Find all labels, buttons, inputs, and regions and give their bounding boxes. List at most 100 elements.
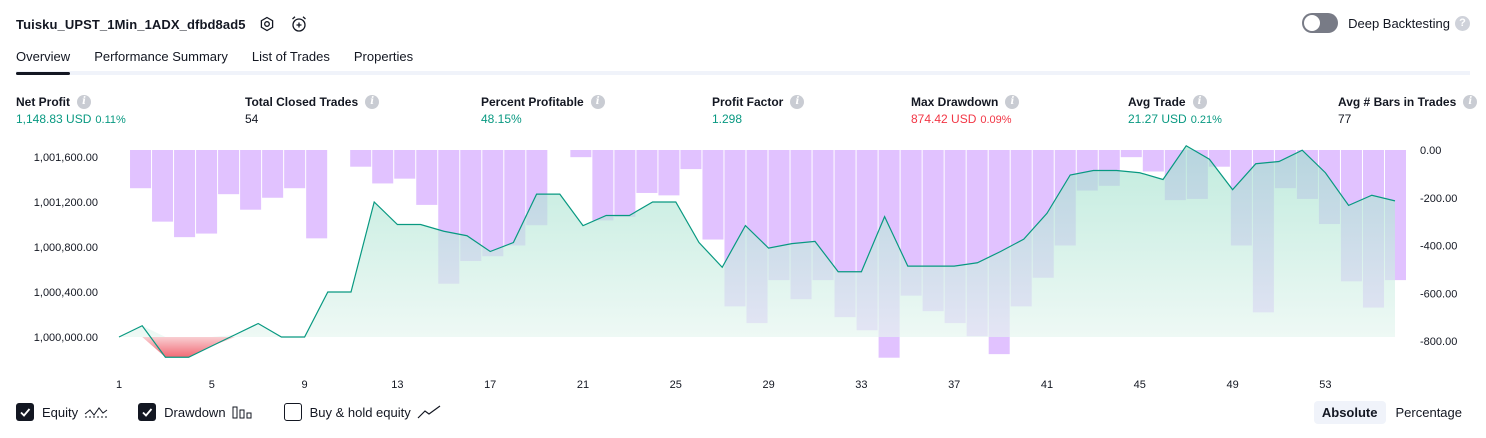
x-tick: 53 (1319, 379, 1331, 391)
metric-avg-bars-in-trades: Avg # Bars in Trades i 77 (1338, 93, 1478, 126)
metric-value: 54 (245, 112, 259, 126)
metric-value: 48.15% (481, 112, 522, 126)
checkbox-checked[interactable] (138, 403, 157, 421)
drawdown-bar (1120, 150, 1142, 158)
metrics-row: Net Profit i 1,148.83 USD 0.11% Total Clos… (16, 93, 1478, 133)
settings-icon[interactable] (256, 13, 278, 35)
x-tick: 33 (855, 379, 867, 391)
metric-pct: 0.11% (95, 114, 126, 126)
value-mode-switch: Absolute Percentage (1312, 401, 1470, 424)
metric-avg-trade: Avg Trade i 21.27 USD 0.21% (1128, 93, 1222, 126)
drawdown-bar (350, 150, 372, 167)
alarm-add-icon[interactable] (288, 13, 310, 35)
x-tick: 5 (209, 379, 215, 391)
drawdown-bar (152, 150, 174, 222)
metric-pct: 0.09% (980, 114, 1012, 126)
x-tick: 37 (948, 379, 960, 391)
deep-backtesting: Deep Backtesting ? (1302, 13, 1470, 33)
drawdown-bar (130, 150, 152, 189)
metric-label: Profit Factor (712, 94, 784, 109)
x-tick: 45 (1134, 379, 1146, 391)
drawdown-bar (482, 150, 504, 257)
metric-value: 77 (1338, 112, 1352, 126)
drawdown-bar (218, 150, 240, 195)
metric-net-profit: Net Profit i 1,148.83 USD 0.11% (16, 93, 126, 126)
strategy-name: Tuisku_UPST_1Min_1ADX_dfbd8ad5 (16, 16, 246, 32)
equity-area-negative (119, 337, 1395, 358)
equity-chart[interactable]: 1,001,600.00 1,001,200.00 1,000,800.00 1,00… (0, 140, 1486, 395)
chart-legend: Equity Drawdown Buy & hold equity (16, 403, 471, 421)
metric-pct: 0.21% (1190, 114, 1222, 126)
legend-buy-hold[interactable]: Buy & hold equity (283, 403, 441, 421)
mode-absolute[interactable]: Absolute (1313, 401, 1386, 424)
metric-value: 21.27 USD (1128, 112, 1187, 126)
checkbox-checked[interactable] (16, 403, 34, 421)
legend-drawdown[interactable]: Drawdown (138, 403, 253, 421)
tab-overview[interactable]: Overview (16, 46, 71, 75)
drawdown-bar (702, 150, 724, 240)
info-icon[interactable]: i (1005, 94, 1020, 109)
drawdown-bar (570, 150, 592, 158)
x-tick: 17 (484, 379, 496, 391)
y-left-tick: 1,001,200.00 (34, 197, 98, 209)
metric-value: 1,148.83 USD (16, 112, 92, 126)
buy-hold-line-icon (417, 404, 441, 420)
drawdown-bar (262, 150, 284, 198)
info-icon[interactable]: i (77, 94, 91, 109)
info-icon[interactable]: i (590, 94, 605, 109)
x-tick: 21 (577, 379, 589, 391)
tab-list-of-trades[interactable]: List of Trades (252, 46, 330, 71)
info-icon[interactable]: i (790, 94, 805, 109)
drawdown-bar (680, 150, 702, 170)
metric-profit-factor: Profit Factor i 1.298 (712, 93, 805, 126)
legend-equity-label: Equity (42, 404, 79, 420)
y-left-tick: 1,000,000.00 (34, 332, 98, 344)
y-right-tick: 0.00 (1420, 145, 1441, 157)
strategy-header: Tuisku_UPST_1Min_1ADX_dfbd8ad5 (16, 12, 310, 36)
checkbox-unchecked[interactable] (283, 403, 302, 421)
drawdown-bar (174, 150, 196, 238)
tab-performance-summary[interactable]: Performance Summary (94, 46, 228, 71)
metric-label: Percent Profitable (481, 94, 584, 109)
x-tick: 29 (762, 379, 774, 391)
drawdown-bars-icon (232, 404, 254, 420)
y-left-tick: 1,000,400.00 (34, 287, 98, 299)
mode-percentage[interactable]: Percentage (1388, 401, 1471, 424)
drawdown-bar (284, 150, 306, 189)
info-icon[interactable]: i (1192, 94, 1207, 109)
legend-equity[interactable]: Equity (16, 403, 108, 421)
tab-properties[interactable]: Properties (354, 46, 413, 71)
metric-value: 874.42 USD (911, 112, 977, 126)
drawdown-bar (592, 150, 614, 221)
metric-max-drawdown: Max Drawdown i 874.42 USD 0.09% (911, 93, 1020, 126)
legend-buy-hold-label: Buy & hold equity (309, 404, 411, 420)
metric-total-closed-trades: Total Closed Trades i 54 (245, 93, 380, 126)
drawdown-bar (372, 150, 394, 184)
drawdown-bar (416, 150, 438, 205)
drawdown-bar (394, 150, 416, 179)
y-right-tick: -200.00 (1420, 193, 1457, 205)
deep-backtesting-label: Deep Backtesting (1348, 15, 1450, 31)
metric-label: Net Profit (16, 94, 70, 109)
deep-backtesting-toggle[interactable] (1302, 13, 1339, 33)
help-icon[interactable]: ? (1455, 15, 1470, 31)
y-left-tick: 1,000,800.00 (34, 242, 98, 254)
info-icon[interactable]: i (365, 94, 380, 109)
legend-drawdown-label: Drawdown (164, 404, 226, 420)
x-tick: 49 (1226, 379, 1238, 391)
drawdown-bar (240, 150, 262, 210)
y-right-tick: -400.00 (1420, 241, 1457, 253)
metric-label: Max Drawdown (911, 94, 999, 109)
tab-bar: Overview Performance Summary List of Tra… (16, 46, 1470, 75)
x-tick: 41 (1041, 379, 1053, 391)
equity-line-icon (84, 404, 108, 420)
y-right-tick: -600.00 (1420, 288, 1457, 300)
metric-label: Avg # Bars in Trades (1338, 94, 1457, 109)
metric-value: 1.298 (712, 112, 743, 126)
y-right-tick: -800.00 (1420, 336, 1457, 348)
metric-label: Avg Trade (1128, 94, 1186, 109)
drawdown-bar (306, 150, 328, 239)
x-tick: 25 (670, 379, 682, 391)
metric-percent-profitable: Percent Profitable i 48.15% (481, 93, 605, 126)
info-icon[interactable]: i (1463, 94, 1478, 109)
